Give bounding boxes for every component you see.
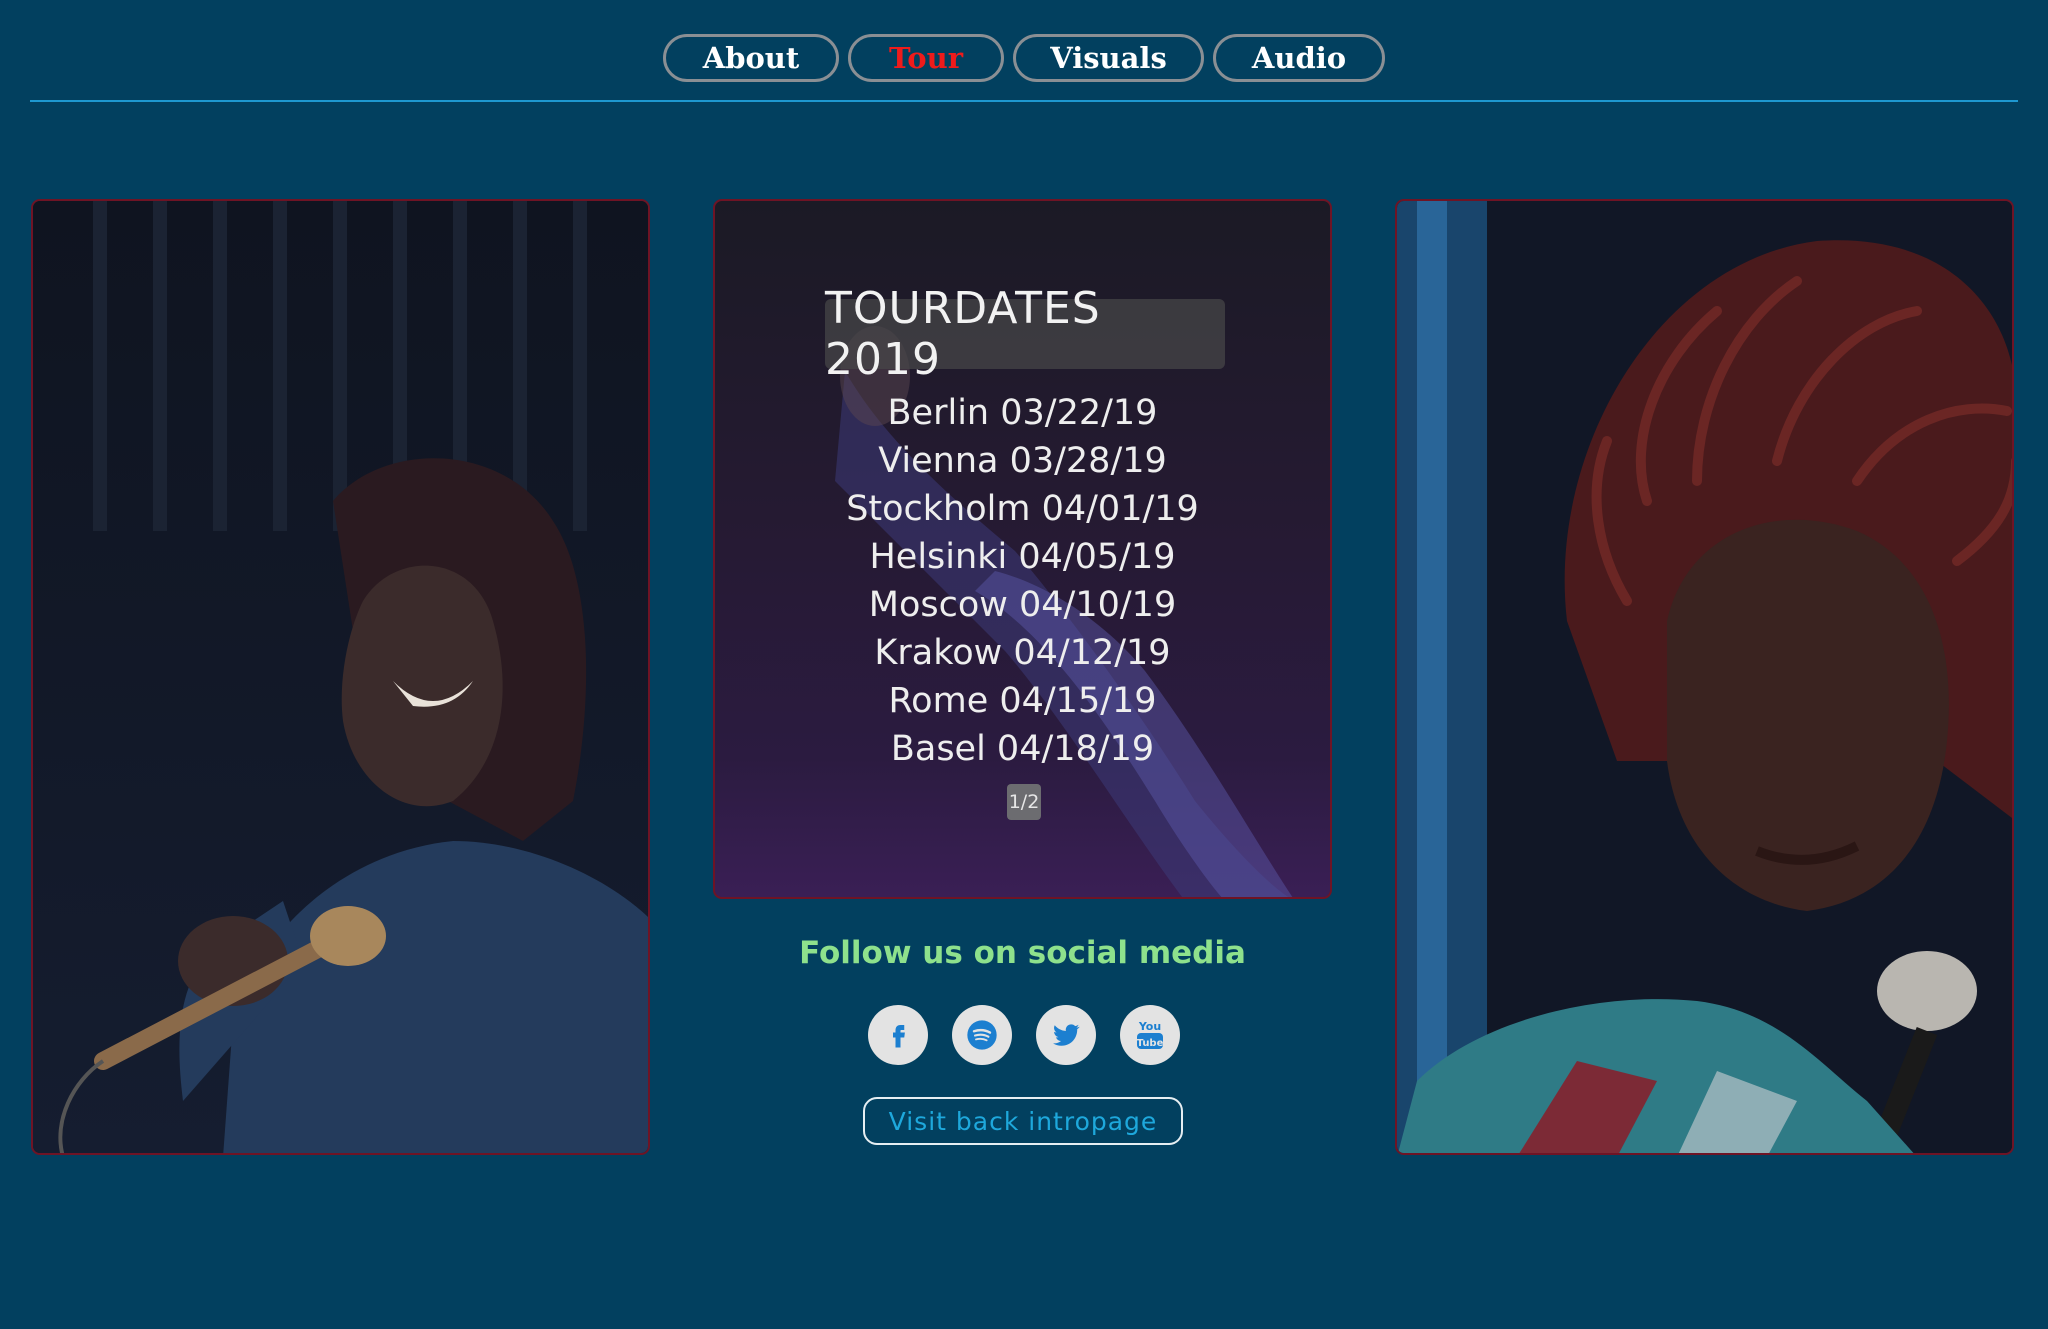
svg-text:Tube: Tube	[1137, 1038, 1164, 1049]
nav-tour-button[interactable]: Tour	[848, 34, 1004, 82]
nav-visuals-button[interactable]: Visuals	[1013, 34, 1204, 82]
singer-illustration-left	[33, 201, 648, 1153]
spotify-icon	[967, 1020, 997, 1050]
tour-date-item: Rome 04/15/19	[888, 681, 1157, 721]
nav-divider	[30, 100, 2018, 102]
svg-text:You: You	[1138, 1020, 1161, 1033]
visit-intropage-button[interactable]: Visit back intropage	[863, 1097, 1183, 1145]
social-heading: Follow us on social media	[799, 935, 1246, 971]
page-indicator[interactable]: 1/2	[1007, 784, 1041, 820]
singer-photo-left	[31, 199, 650, 1155]
tour-date-item: Krakow 04/12/19	[874, 633, 1171, 673]
nav-audio-button[interactable]: Audio	[1213, 34, 1385, 82]
tour-date-item: Helsinki 04/05/19	[869, 537, 1176, 577]
youtube-link[interactable]: You Tube	[1120, 1005, 1180, 1065]
singer-illustration-right	[1397, 201, 2012, 1153]
social-links: You Tube	[868, 1005, 1180, 1065]
youtube-icon: You Tube	[1137, 1020, 1164, 1049]
tour-dates-card: TOURDATES 2019 Berlin 03/22/19 Vienna 03…	[713, 199, 1332, 899]
twitter-icon	[1052, 1024, 1080, 1046]
tour-date-item: Vienna 03/28/19	[878, 441, 1167, 481]
nav-about-button[interactable]: About	[663, 34, 839, 82]
tour-date-item: Stockholm 04/01/19	[846, 489, 1199, 529]
tour-date-item: Basel 04/18/19	[890, 729, 1155, 769]
main-nav: About Tour Visuals Audio	[0, 34, 2048, 82]
facebook-icon	[893, 1025, 905, 1048]
singer-photo-right	[1395, 199, 2014, 1155]
tour-date-item: Berlin 03/22/19	[887, 393, 1158, 433]
facebook-link[interactable]	[868, 1005, 928, 1065]
tour-date-item: Moscow 04/10/19	[868, 585, 1177, 625]
tour-dates-list: Berlin 03/22/19 Vienna 03/28/19 Stockhol…	[715, 389, 1330, 773]
spotify-link[interactable]	[952, 1005, 1012, 1065]
twitter-link[interactable]	[1036, 1005, 1096, 1065]
tour-title-box: TOURDATES 2019	[825, 283, 1225, 385]
tour-title: TOURDATES 2019	[825, 283, 1101, 385]
